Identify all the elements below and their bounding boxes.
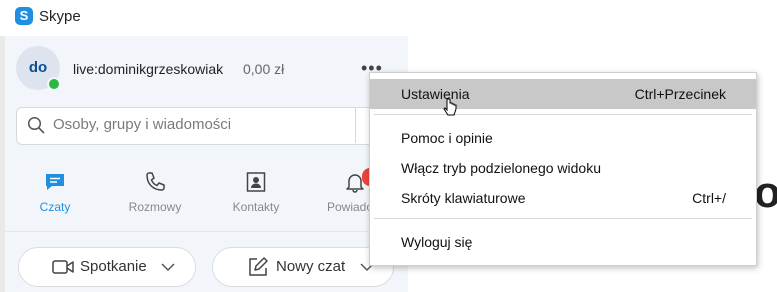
- profile-username[interactable]: live:dominikgrzeskowiak: [73, 61, 223, 77]
- menu-item-label: Włącz tryb podzielonego widoku: [401, 160, 601, 176]
- menu-item-help-feedback[interactable]: Pomoc i opinie: [370, 123, 756, 153]
- menu-separator: [374, 114, 752, 115]
- video-camera-icon: [52, 260, 74, 274]
- presence-status-icon: [47, 77, 61, 91]
- menu-item-sign-out[interactable]: Wyloguj się: [370, 227, 756, 257]
- tab-calls-label: Rozmowy: [128, 200, 182, 214]
- tab-calls[interactable]: Rozmowy: [115, 170, 195, 214]
- tab-chats[interactable]: Czaty: [15, 170, 95, 214]
- phone-icon: [146, 172, 165, 191]
- compose-icon: [249, 257, 268, 276]
- chat-icon: [46, 174, 64, 190]
- search-placeholder: Osoby, grupy i wiadomości: [53, 116, 232, 133]
- tab-contacts[interactable]: Kontakty: [216, 170, 296, 214]
- contacts-icon: [246, 172, 266, 192]
- menu-item-label: Wyloguj się: [401, 234, 473, 250]
- divider: [5, 231, 408, 232]
- app-title: Skype: [39, 8, 81, 25]
- title-bar: S Skype: [0, 0, 777, 33]
- background-heading-fragment: o: [754, 168, 777, 217]
- menu-item-label: Pomoc i opinie: [401, 130, 493, 146]
- menu-item-label: Ustawienia: [401, 86, 470, 102]
- context-menu: Ustawienia Ctrl+Przecinek Pomoc i opinie…: [369, 72, 757, 266]
- tab-contacts-label: Kontakty: [232, 200, 280, 214]
- mouse-cursor-icon: [443, 98, 457, 116]
- menu-item-keyboard-shortcuts[interactable]: Skróty klawiaturowe Ctrl+/: [370, 183, 756, 213]
- menu-item-split-view[interactable]: Włącz tryb podzielonego widoku: [370, 153, 756, 183]
- skype-logo-icon: S: [15, 7, 33, 25]
- menu-item-settings[interactable]: Ustawienia Ctrl+Przecinek: [370, 79, 756, 109]
- search-icon: [27, 116, 45, 134]
- menu-item-shortcut: Ctrl+Przecinek: [634, 86, 726, 102]
- menu-separator: [374, 218, 752, 219]
- tab-chats-label: Czaty: [39, 200, 71, 214]
- search-divider: [355, 108, 356, 143]
- meeting-label: Spotkanie: [80, 258, 147, 275]
- chevron-down-icon[interactable]: [160, 262, 176, 272]
- menu-item-shortcut: Ctrl+/: [692, 190, 726, 206]
- menu-item-label: Skróty klawiaturowe: [401, 190, 526, 206]
- account-balance[interactable]: 0,00 zł: [243, 61, 284, 77]
- new-chat-label: Nowy czat: [276, 258, 346, 275]
